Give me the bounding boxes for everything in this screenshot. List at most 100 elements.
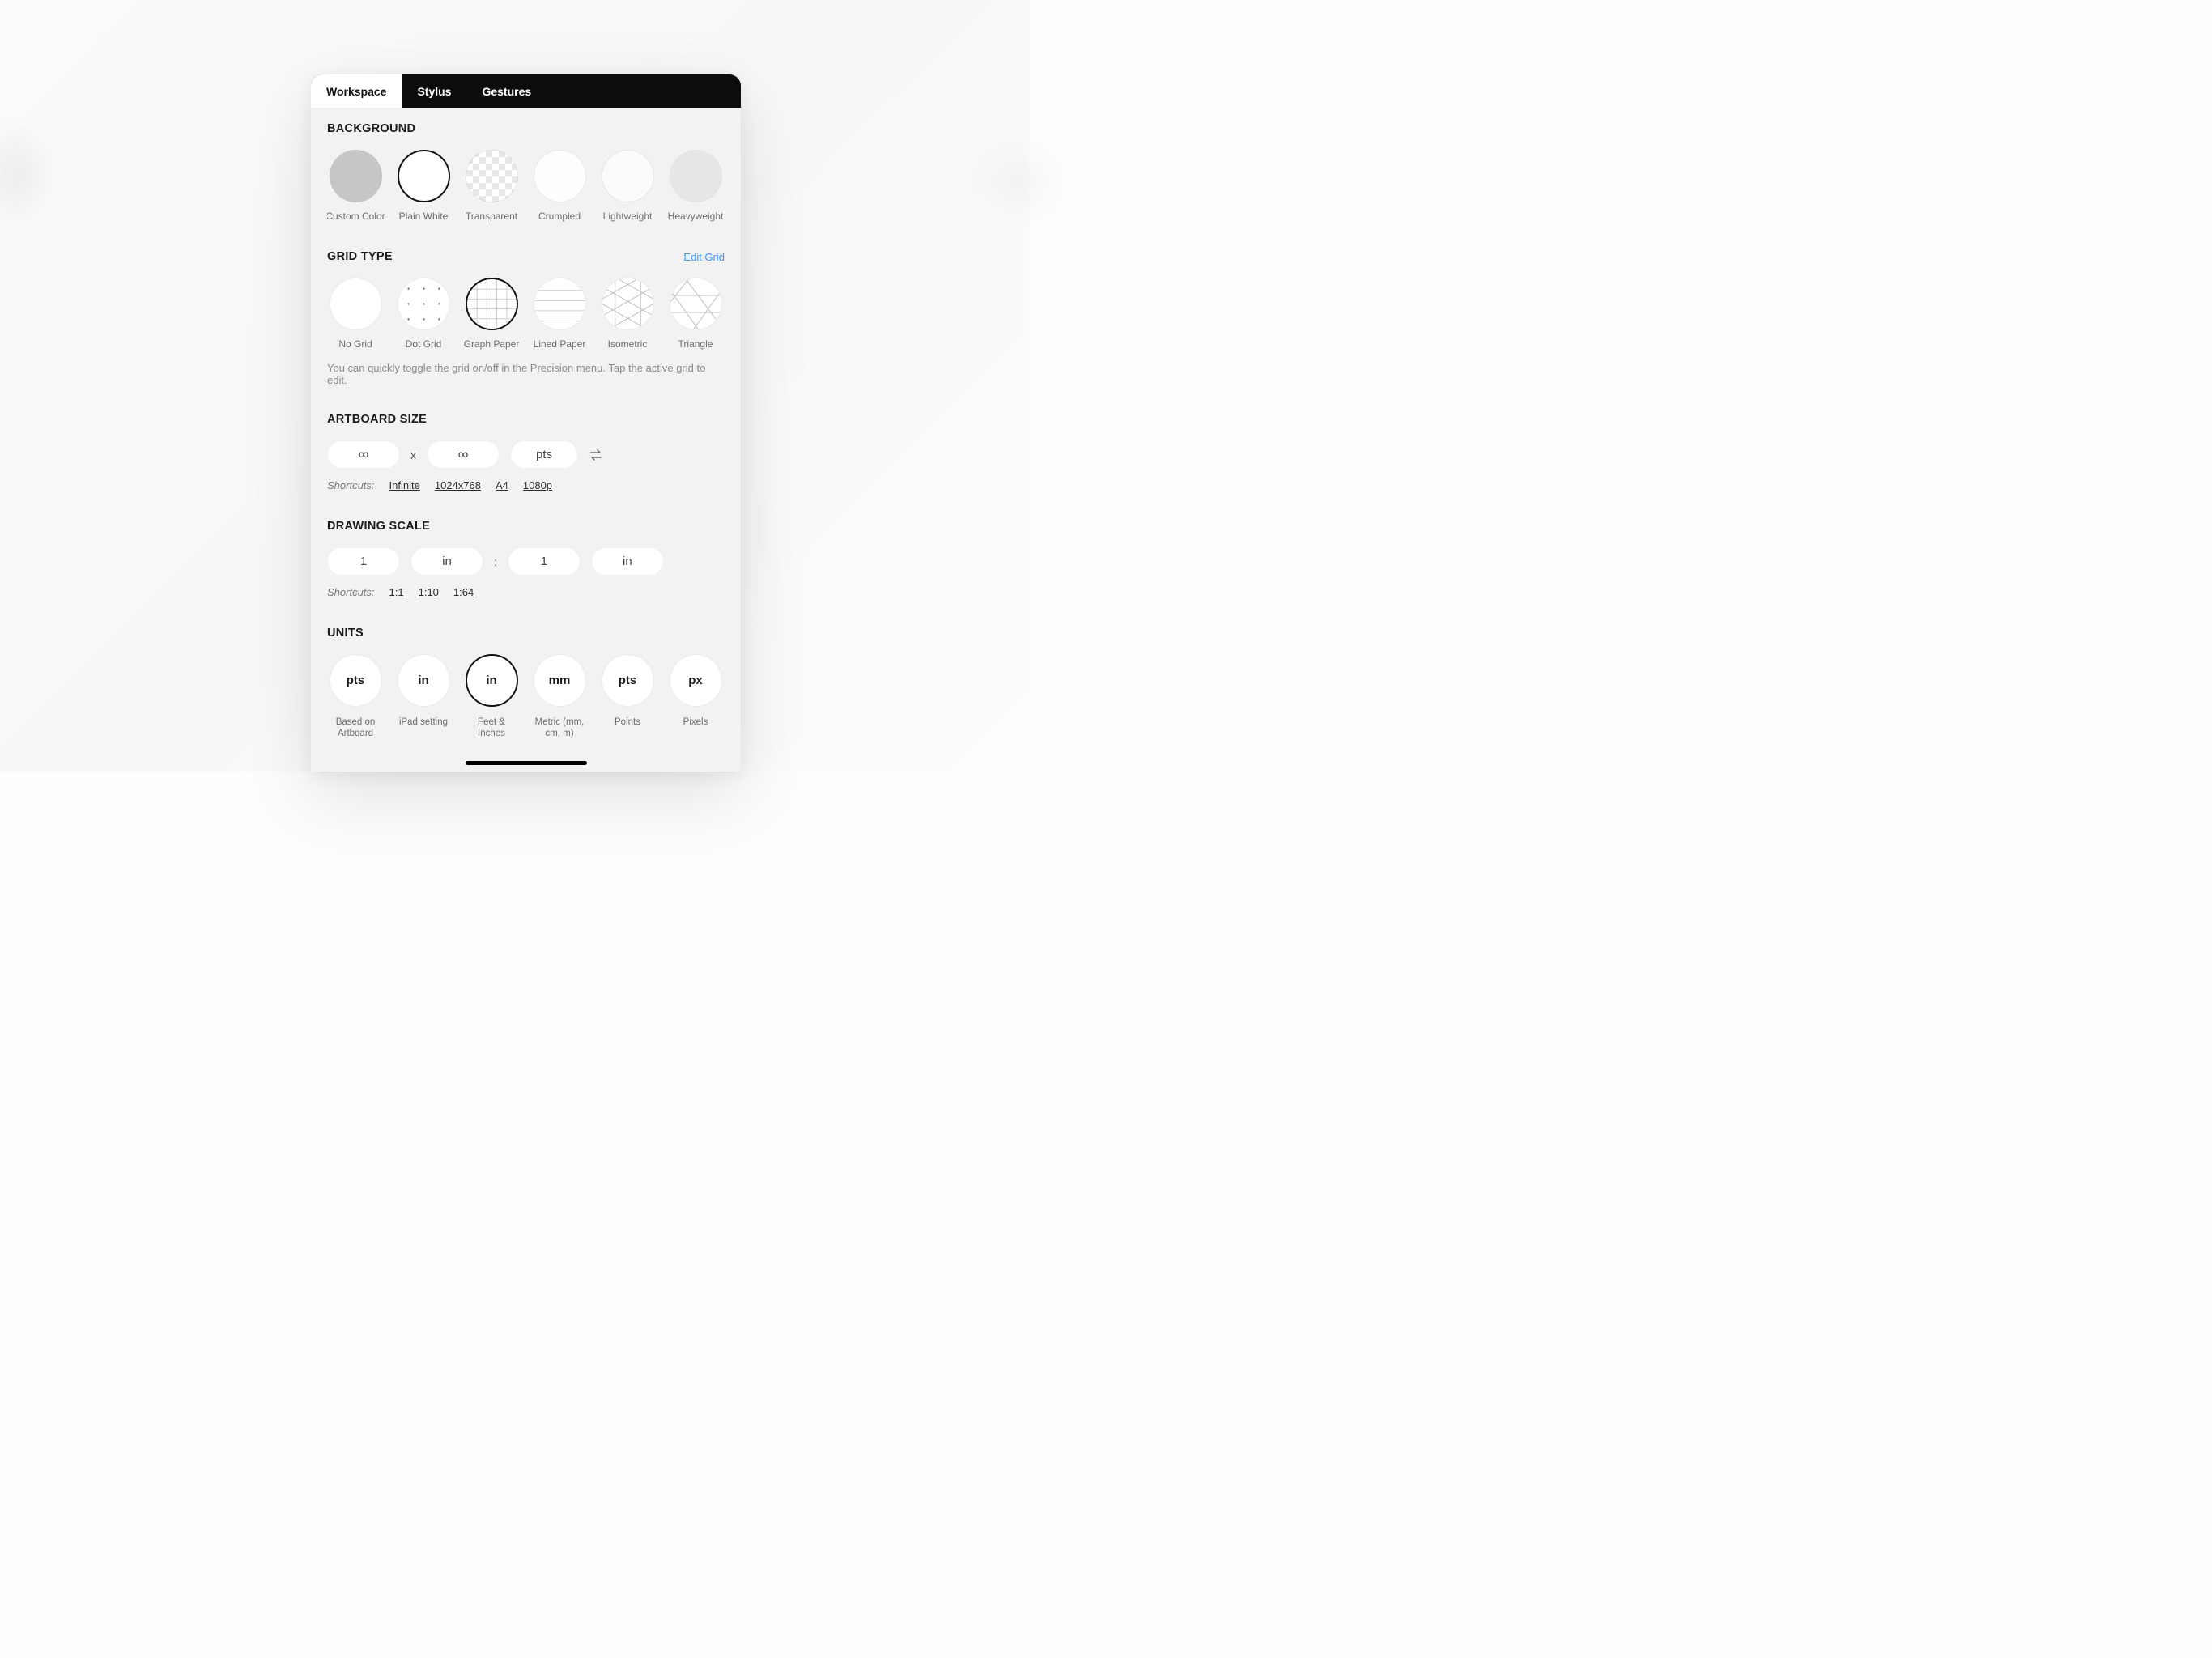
scale-shortcut-1-10[interactable]: 1:10 — [419, 586, 439, 598]
grid-swatch-triangle[interactable] — [670, 278, 722, 330]
grid-swatch-graph[interactable] — [466, 278, 518, 330]
grid-swatch-lined[interactable] — [534, 278, 586, 330]
artboard-height-input[interactable]: ∞ — [427, 440, 500, 469]
swatch-label: No Grid — [338, 338, 372, 350]
unit-option-metric[interactable]: mm Metric (mm, cm, m) — [533, 654, 586, 740]
scale-right-value: 1 — [541, 555, 547, 568]
scale-right-unit: in — [623, 555, 632, 568]
swatch-label: Heavyweight — [668, 210, 724, 222]
unit-circle[interactable]: mm — [534, 654, 586, 707]
swap-icon — [589, 449, 603, 461]
background-option-transparent[interactable]: Transparent — [465, 150, 518, 222]
artboard-units-selector[interactable]: pts — [510, 440, 578, 469]
scale-right-unit-input[interactable]: in — [591, 547, 664, 576]
unit-circle[interactable]: pts — [602, 654, 654, 707]
background-swatch-heavyweight[interactable] — [670, 150, 722, 202]
swatch-label: Crumpled — [538, 210, 581, 222]
background-swatch-white[interactable] — [398, 150, 450, 202]
unit-circle[interactable]: in — [398, 654, 450, 707]
unit-circle[interactable]: px — [670, 654, 722, 707]
background-option-lightweight[interactable]: Lightweight — [601, 150, 654, 222]
swatch-label: Lightweight — [603, 210, 653, 222]
swatch-label: Dot Grid — [406, 338, 442, 350]
home-indicator[interactable] — [466, 761, 587, 765]
grid-options: No Grid Dot Grid — [327, 278, 725, 350]
grid-option-iso[interactable]: Isometric — [601, 278, 654, 350]
grid-option-graph[interactable]: Graph Paper — [465, 278, 518, 350]
blurred-bg-right — [989, 162, 1045, 202]
unit-label: Points — [615, 716, 640, 728]
scale-left-value: 1 — [360, 555, 367, 568]
artboard-size-row: ∞ x ∞ pts — [327, 440, 725, 469]
unit-label: Feet & Inches — [465, 716, 518, 740]
edit-grid-link[interactable]: Edit Grid — [683, 251, 725, 263]
unit-option-feet-inches[interactable]: in Feet & Inches — [465, 654, 518, 740]
artboard-width-input[interactable]: ∞ — [327, 440, 400, 469]
unit-option-artboard[interactable]: pts Based on Artboard — [329, 654, 382, 740]
grid-swatch-iso[interactable] — [602, 278, 654, 330]
scale-shortcut-1-1[interactable]: 1:1 — [389, 586, 404, 598]
unit-label: Metric (mm, cm, m) — [533, 716, 586, 740]
scale-left-unit: in — [442, 555, 452, 568]
grid-swatch-none[interactable] — [330, 278, 382, 330]
artboard-shortcuts: Shortcuts: Infinite 1024x768 A4 1080p — [327, 479, 725, 491]
tab-stylus[interactable]: Stylus — [402, 74, 466, 108]
background-swatch-transparent[interactable] — [466, 150, 518, 202]
tab-label: Workspace — [326, 85, 386, 98]
dimension-separator: x — [410, 449, 416, 461]
background-option-custom[interactable]: Custom Color — [329, 150, 382, 222]
unit-label: Pixels — [683, 716, 708, 728]
background-option-heavyweight[interactable]: Heavyweight — [669, 150, 722, 222]
background-swatch-crumpled[interactable] — [534, 150, 586, 202]
dot-grid-icon — [398, 278, 449, 329]
shortcuts-label: Shortcuts: — [327, 586, 375, 598]
unit-abbr: px — [688, 674, 703, 687]
unit-option-pixels[interactable]: px Pixels — [669, 654, 722, 740]
tab-gestures[interactable]: Gestures — [466, 74, 547, 108]
grid-option-triangle[interactable]: Triangle — [669, 278, 722, 350]
artboard-shortcut-infinite[interactable]: Infinite — [389, 479, 420, 491]
unit-abbr: pts — [619, 674, 637, 687]
unit-option-ipad[interactable]: in iPad setting — [397, 654, 450, 740]
blurred-bg-mid — [758, 502, 762, 551]
artboard-height-value: ∞ — [458, 446, 469, 463]
unit-circle[interactable]: pts — [330, 654, 382, 707]
settings-tabbar: Workspace Stylus Gestures — [311, 74, 741, 108]
artboard-shortcut-1024x768[interactable]: 1024x768 — [435, 479, 481, 491]
unit-abbr: pts — [347, 674, 365, 687]
artboard-shortcut-a4[interactable]: A4 — [496, 479, 508, 491]
background-swatch-lightweight[interactable] — [602, 150, 654, 202]
triangle-grid-icon — [670, 278, 721, 329]
scale-right-value-input[interactable]: 1 — [508, 547, 581, 576]
scale-left-value-input[interactable]: 1 — [327, 547, 400, 576]
units-options: pts Based on Artboard in iPad setting in… — [327, 654, 725, 740]
grid-swatch-dot[interactable] — [398, 278, 450, 330]
unit-circle[interactable]: in — [466, 654, 518, 707]
grid-option-none[interactable]: No Grid — [329, 278, 382, 350]
grid-option-dot[interactable]: Dot Grid — [397, 278, 450, 350]
swatch-label: Graph Paper — [464, 338, 520, 350]
artboard-units-value: pts — [536, 448, 552, 461]
scale-left-unit-input[interactable]: in — [410, 547, 483, 576]
scale-separator: : — [494, 555, 497, 568]
swatch-label: Custom Color — [327, 210, 385, 222]
section-title-grid: GRID TYPE — [327, 250, 393, 263]
background-option-white[interactable]: Plain White — [397, 150, 450, 222]
background-swatch-custom[interactable] — [330, 150, 382, 202]
swap-orientation-button[interactable] — [589, 449, 603, 461]
scale-shortcut-1-64[interactable]: 1:64 — [453, 586, 474, 598]
artboard-shortcut-1080p[interactable]: 1080p — [523, 479, 552, 491]
scale-row: 1 in : 1 in — [327, 547, 725, 576]
blurred-bg-left — [0, 138, 40, 210]
section-title-scale: DRAWING SCALE — [327, 520, 725, 533]
swatch-label: Plain White — [399, 210, 449, 222]
tab-workspace[interactable]: Workspace — [311, 74, 402, 108]
lined-paper-icon — [534, 278, 585, 329]
grid-option-lined[interactable]: Lined Paper — [533, 278, 586, 350]
unit-option-points[interactable]: pts Points — [601, 654, 654, 740]
background-option-crumpled[interactable]: Crumpled — [533, 150, 586, 222]
background-options: Custom Color Plain White Transparent Cru… — [327, 150, 725, 222]
swatch-label: Transparent — [466, 210, 517, 222]
unit-abbr: mm — [549, 674, 571, 687]
graph-paper-icon — [467, 279, 517, 329]
